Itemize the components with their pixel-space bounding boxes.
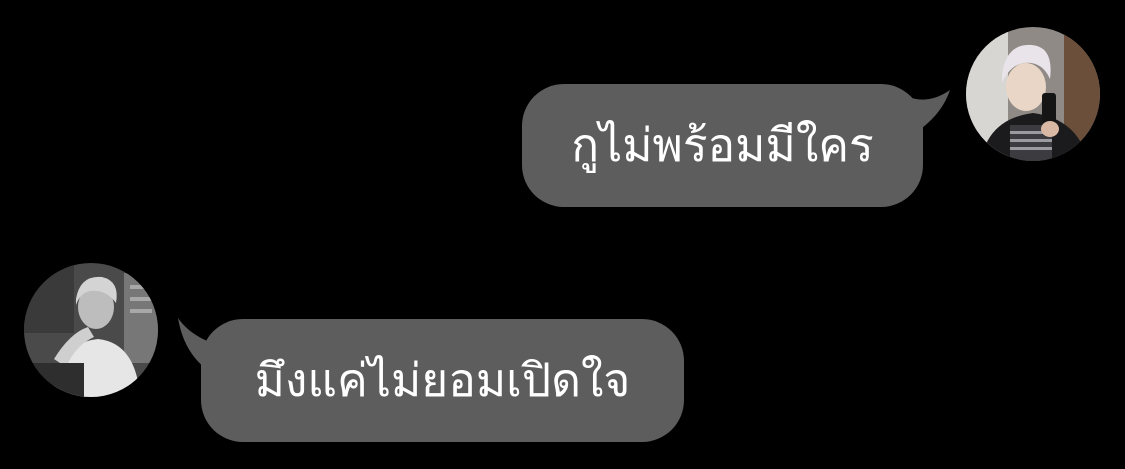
message-text: มึงแค่ไม่ยอมเปิดใจ <box>254 353 631 407</box>
contact-avatar-self[interactable] <box>966 27 1100 161</box>
message-bubble-incoming[interactable]: มึงแค่ไม่ยอมเปิดใจ <box>201 319 684 442</box>
message-text: กูไม่พร้อมมีใคร <box>571 118 874 172</box>
contact-avatar[interactable] <box>24 263 158 397</box>
chat-thread: กูไม่พร้อมมีใคร มึงแค่ไม่ยอมเปิดใจ <box>0 0 1125 469</box>
message-bubble-outgoing[interactable]: กูไม่พร้อมมีใคร <box>522 84 923 207</box>
